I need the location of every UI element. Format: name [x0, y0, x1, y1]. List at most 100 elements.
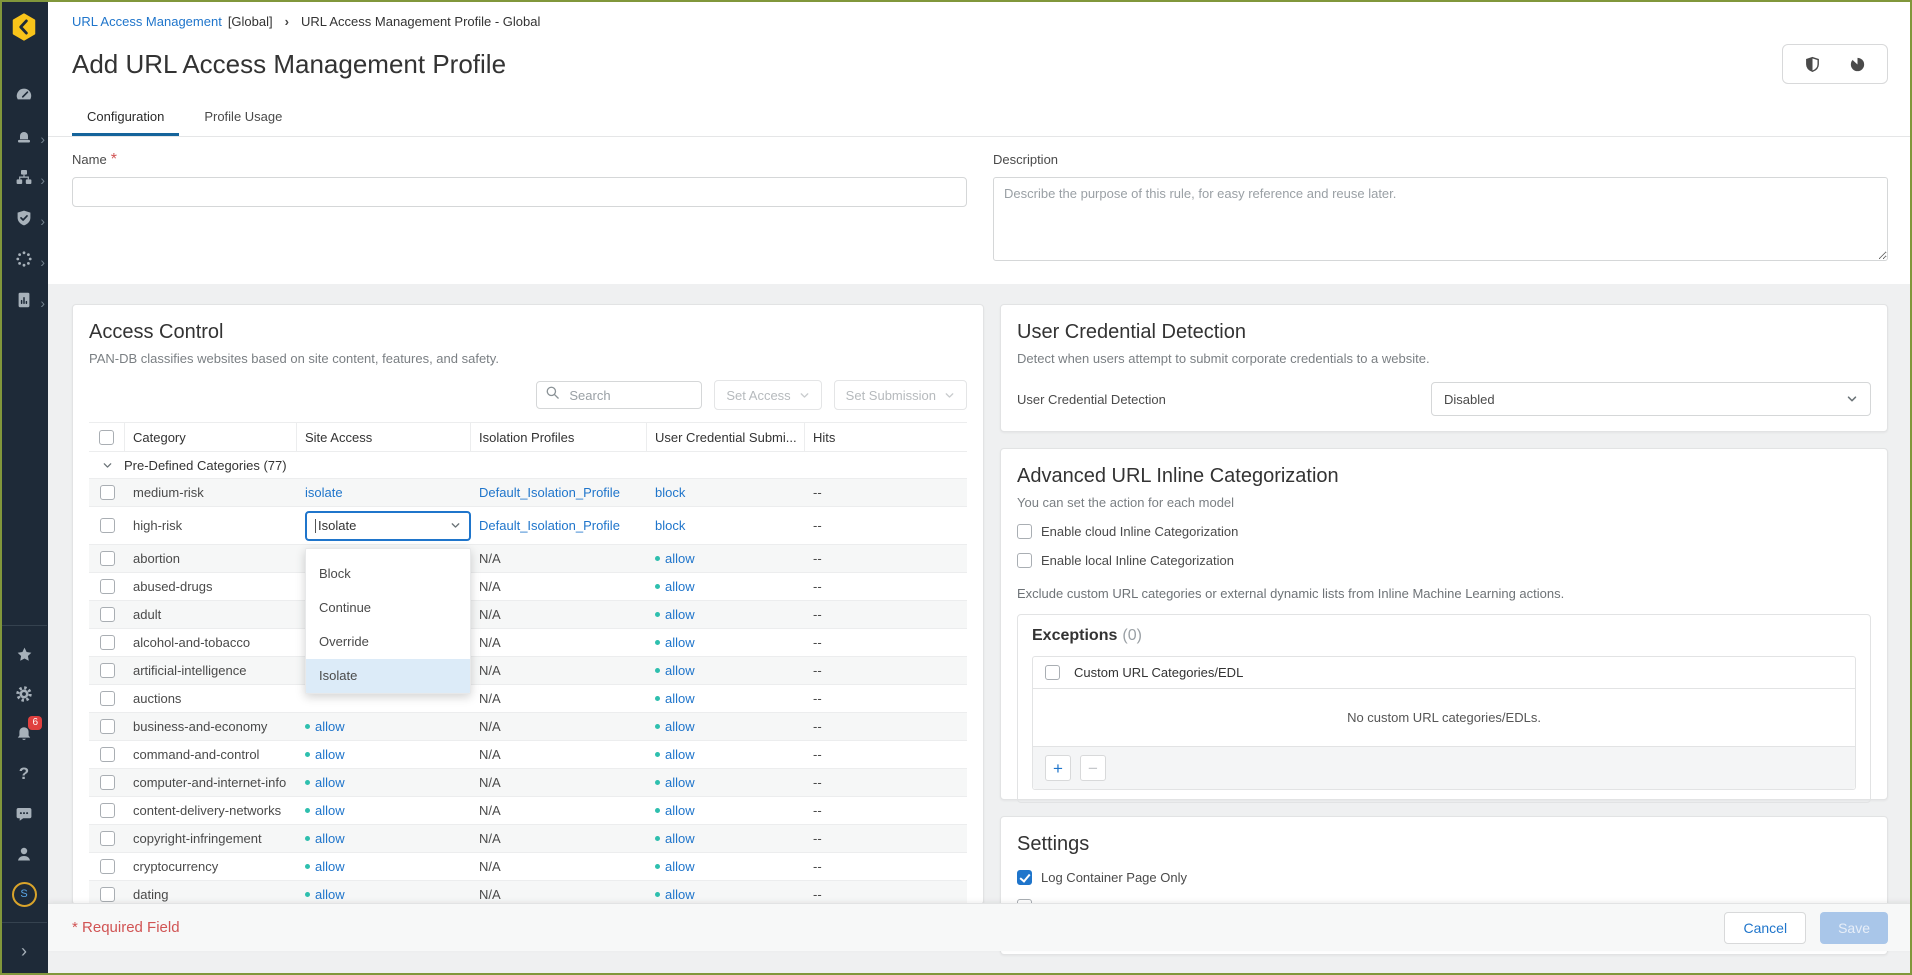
- action-link[interactable]: isolate: [305, 485, 343, 500]
- row-checkbox[interactable]: [100, 831, 115, 846]
- local-inline-categorization-row: Enable local Inline Categorization: [1017, 553, 1871, 568]
- sidebar-item-dashboard[interactable]: [0, 77, 48, 118]
- exceptions-heading: Exceptions(0): [1032, 627, 1856, 645]
- sidebar-item-security-services[interactable]: ›: [0, 200, 48, 241]
- favorites-star-icon[interactable]: [0, 634, 48, 674]
- action-link[interactable]: allow: [665, 663, 695, 678]
- action-link[interactable]: allow: [665, 859, 695, 874]
- sidebar-item-reports[interactable]: ›: [0, 282, 48, 323]
- allow-dot-icon: [305, 836, 310, 841]
- name-input[interactable]: [72, 177, 967, 207]
- exceptions-select-all-checkbox[interactable]: [1045, 665, 1060, 680]
- action-link[interactable]: Default_Isolation_Profile: [479, 485, 620, 500]
- action-link[interactable]: allow: [665, 607, 695, 622]
- action-link[interactable]: allow: [665, 635, 695, 650]
- action-link[interactable]: allow: [665, 691, 695, 706]
- description-input[interactable]: [993, 177, 1888, 261]
- row-checkbox[interactable]: [100, 747, 115, 762]
- chevron-down-icon[interactable]: [102, 460, 113, 471]
- tab-configuration[interactable]: Configuration: [72, 100, 179, 136]
- description-field-group: Description: [993, 151, 1888, 266]
- row-checkbox[interactable]: [100, 635, 115, 650]
- cloud-inline-categorization-row: Enable cloud Inline Categorization: [1017, 524, 1871, 539]
- row-checkbox[interactable]: [100, 775, 115, 790]
- user-credential-cell: allow: [647, 859, 805, 874]
- action-link[interactable]: allow: [665, 831, 695, 846]
- chevron-down-icon: [450, 520, 461, 531]
- action-link[interactable]: allow: [315, 719, 345, 734]
- breadcrumb-link[interactable]: URL Access Management: [72, 14, 222, 29]
- row-checkbox[interactable]: [100, 803, 115, 818]
- search-input[interactable]: [567, 387, 693, 404]
- action-link[interactable]: allow: [315, 747, 345, 762]
- action-link[interactable]: allow: [665, 551, 695, 566]
- action-link[interactable]: allow: [665, 747, 695, 762]
- time-history-icon[interactable]: [1848, 55, 1867, 74]
- row-checkbox[interactable]: [100, 719, 115, 734]
- row-checkbox[interactable]: [100, 518, 115, 533]
- log-container-page-only-checkbox[interactable]: [1017, 870, 1032, 885]
- action-link[interactable]: allow: [665, 887, 695, 902]
- action-link[interactable]: allow: [315, 831, 345, 846]
- dropdown-option-continue[interactable]: Continue: [306, 591, 470, 625]
- table-row: business-and-economy allow N/A allow --: [89, 713, 967, 741]
- notifications-bell-icon[interactable]: 6: [0, 714, 48, 754]
- action-link[interactable]: allow: [315, 859, 345, 874]
- user-credential-cell: allow: [647, 663, 805, 678]
- help-icon[interactable]: ?: [0, 754, 48, 794]
- set-submission-button[interactable]: Set Submission: [834, 380, 967, 410]
- dropdown-option-block[interactable]: Block: [306, 557, 470, 591]
- tab-profile-usage[interactable]: Profile Usage: [189, 100, 297, 136]
- site-access-combobox[interactable]: Isolate: [305, 511, 471, 541]
- name-label: Name: [72, 152, 107, 167]
- ucd-select[interactable]: Disabled: [1431, 382, 1871, 416]
- dropdown-option-isolate[interactable]: Isolate: [306, 659, 470, 693]
- sidebar-item-incidents-alerts[interactable]: ›: [0, 118, 48, 159]
- shield-view-icon[interactable]: [1803, 55, 1822, 74]
- dropdown-option-allow[interactable]: Allow: [306, 548, 470, 557]
- site-access-combobox-value: Isolate: [318, 518, 356, 533]
- select-all-checkbox[interactable]: [99, 430, 114, 445]
- siren-icon: [14, 126, 34, 151]
- action-link[interactable]: allow: [315, 775, 345, 790]
- avatar[interactable]: S: [0, 874, 48, 914]
- action-link[interactable]: allow: [665, 803, 695, 818]
- action-link[interactable]: block: [655, 485, 685, 500]
- isolation-profiles-cell: N/A: [471, 831, 647, 846]
- row-checkbox[interactable]: [100, 579, 115, 594]
- remove-exception-button[interactable]: −: [1080, 755, 1106, 781]
- action-link[interactable]: allow: [315, 887, 345, 902]
- row-checkbox[interactable]: [100, 691, 115, 706]
- dropdown-option-override[interactable]: Override: [306, 625, 470, 659]
- settings-gear-icon[interactable]: [0, 674, 48, 714]
- row-checkbox[interactable]: [100, 887, 115, 902]
- local-inline-categorization-checkbox[interactable]: [1017, 553, 1032, 568]
- sidebar-expand-chevron[interactable]: ›: [0, 931, 48, 971]
- cloud-inline-categorization-checkbox[interactable]: [1017, 524, 1032, 539]
- user-credential-cell: allow: [647, 607, 805, 622]
- action-link[interactable]: allow: [665, 579, 695, 594]
- category-cell: computer-and-internet-info: [125, 775, 297, 790]
- action-link[interactable]: allow: [665, 775, 695, 790]
- row-checkbox[interactable]: [100, 551, 115, 566]
- allow-dot-icon: [655, 724, 660, 729]
- row-checkbox[interactable]: [100, 859, 115, 874]
- set-access-button[interactable]: Set Access: [714, 380, 821, 410]
- action-link[interactable]: allow: [315, 803, 345, 818]
- pan-logo-icon[interactable]: [9, 12, 39, 47]
- sidebar-item-operations[interactable]: ›: [0, 241, 48, 282]
- add-exception-button[interactable]: +: [1045, 755, 1071, 781]
- action-link[interactable]: allow: [665, 719, 695, 734]
- save-button[interactable]: Save: [1820, 912, 1888, 944]
- row-checkbox[interactable]: [100, 485, 115, 500]
- user-credential-cell: allow: [647, 747, 805, 762]
- action-link[interactable]: Default_Isolation_Profile: [479, 518, 620, 533]
- sidebar-item-workflows[interactable]: ›: [0, 159, 48, 200]
- cancel-button[interactable]: Cancel: [1724, 912, 1806, 944]
- row-checkbox[interactable]: [100, 663, 115, 678]
- row-checkbox[interactable]: [100, 607, 115, 622]
- advanced-categorization-subtitle: You can set the action for each model: [1017, 495, 1871, 510]
- feedback-chat-icon[interactable]: [0, 794, 48, 834]
- action-link[interactable]: block: [655, 518, 685, 533]
- user-icon[interactable]: [0, 834, 48, 874]
